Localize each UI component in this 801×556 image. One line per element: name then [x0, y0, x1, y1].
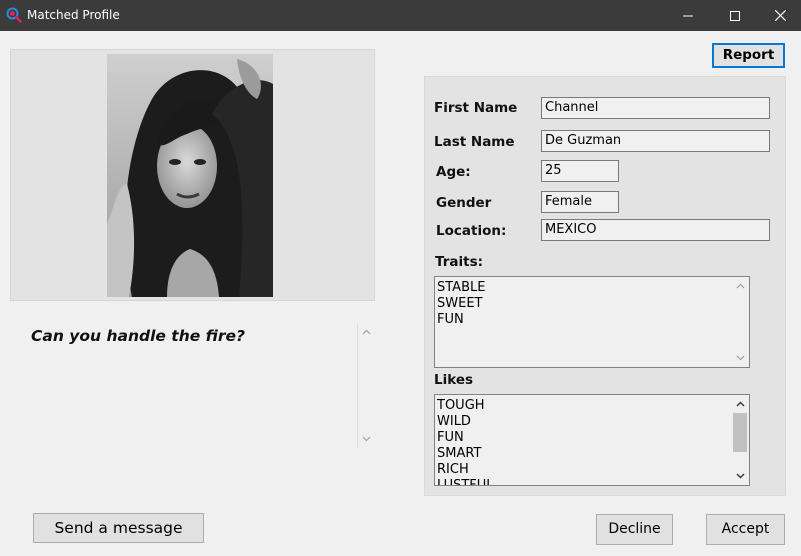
- profile-photo: [107, 54, 273, 297]
- chevron-up-icon[interactable]: [362, 328, 371, 337]
- photo-panel: [10, 49, 375, 301]
- chevron-down-icon[interactable]: [362, 434, 371, 443]
- close-button[interactable]: [757, 0, 801, 31]
- list-item[interactable]: FUN: [437, 430, 494, 446]
- decline-button[interactable]: Decline: [596, 514, 673, 545]
- list-item[interactable]: FUN: [437, 312, 485, 328]
- age-label: Age:: [436, 164, 471, 180]
- location-label: Location:: [436, 223, 507, 239]
- traits-scrollbar[interactable]: [732, 277, 749, 367]
- list-item[interactable]: SMART: [437, 446, 494, 462]
- list-item[interactable]: SWEET: [437, 296, 485, 312]
- close-icon: [774, 10, 786, 21]
- list-item[interactable]: RICH: [437, 462, 494, 478]
- likes-label: Likes: [434, 372, 474, 388]
- last-name-field[interactable]: De Guzman: [541, 130, 770, 152]
- tagline-scrollbar[interactable]: [357, 323, 374, 448]
- chevron-up-icon[interactable]: [736, 282, 745, 291]
- likes-scrollbar[interactable]: [732, 395, 749, 485]
- traits-list[interactable]: STABLE SWEET FUN: [434, 276, 750, 368]
- accept-button[interactable]: Accept: [706, 514, 785, 545]
- window-title: Matched Profile: [27, 8, 120, 22]
- maximize-button[interactable]: [712, 0, 758, 31]
- list-item[interactable]: STABLE: [437, 280, 485, 296]
- gender-field[interactable]: Female: [541, 191, 619, 213]
- minimize-button[interactable]: [665, 0, 711, 31]
- tagline-text: Can you handle the fire?: [31, 327, 245, 345]
- chevron-down-icon[interactable]: [736, 353, 745, 362]
- gender-label: Gender: [436, 195, 492, 211]
- age-field[interactable]: 25: [541, 160, 619, 182]
- first-name-label: First Name: [434, 100, 518, 116]
- list-item[interactable]: TOUGH: [437, 398, 494, 414]
- profile-info-panel: First Name Channel Last Name De Guzman A…: [424, 76, 786, 496]
- last-name-label: Last Name: [434, 134, 515, 150]
- likes-list[interactable]: TOUGH WILD FUN SMART RICH LUSTFUL: [434, 394, 750, 486]
- title-bar: Matched Profile: [0, 0, 801, 31]
- chevron-up-icon[interactable]: [736, 400, 745, 409]
- chevron-down-icon[interactable]: [736, 471, 745, 480]
- send-message-button[interactable]: Send a message: [33, 513, 204, 543]
- traits-label: Traits:: [435, 254, 484, 270]
- first-name-field[interactable]: Channel: [541, 97, 770, 119]
- tagline-box: Can you handle the fire?: [20, 318, 375, 448]
- search-heart-icon: [6, 7, 22, 23]
- location-field[interactable]: MEXICO: [541, 219, 770, 241]
- minimize-icon: [683, 15, 693, 16]
- report-button[interactable]: Report: [712, 43, 785, 68]
- maximize-icon: [730, 10, 740, 21]
- list-item[interactable]: LUSTFUL: [437, 478, 494, 485]
- list-item[interactable]: WILD: [437, 414, 494, 430]
- scrollbar-thumb[interactable]: [733, 413, 747, 452]
